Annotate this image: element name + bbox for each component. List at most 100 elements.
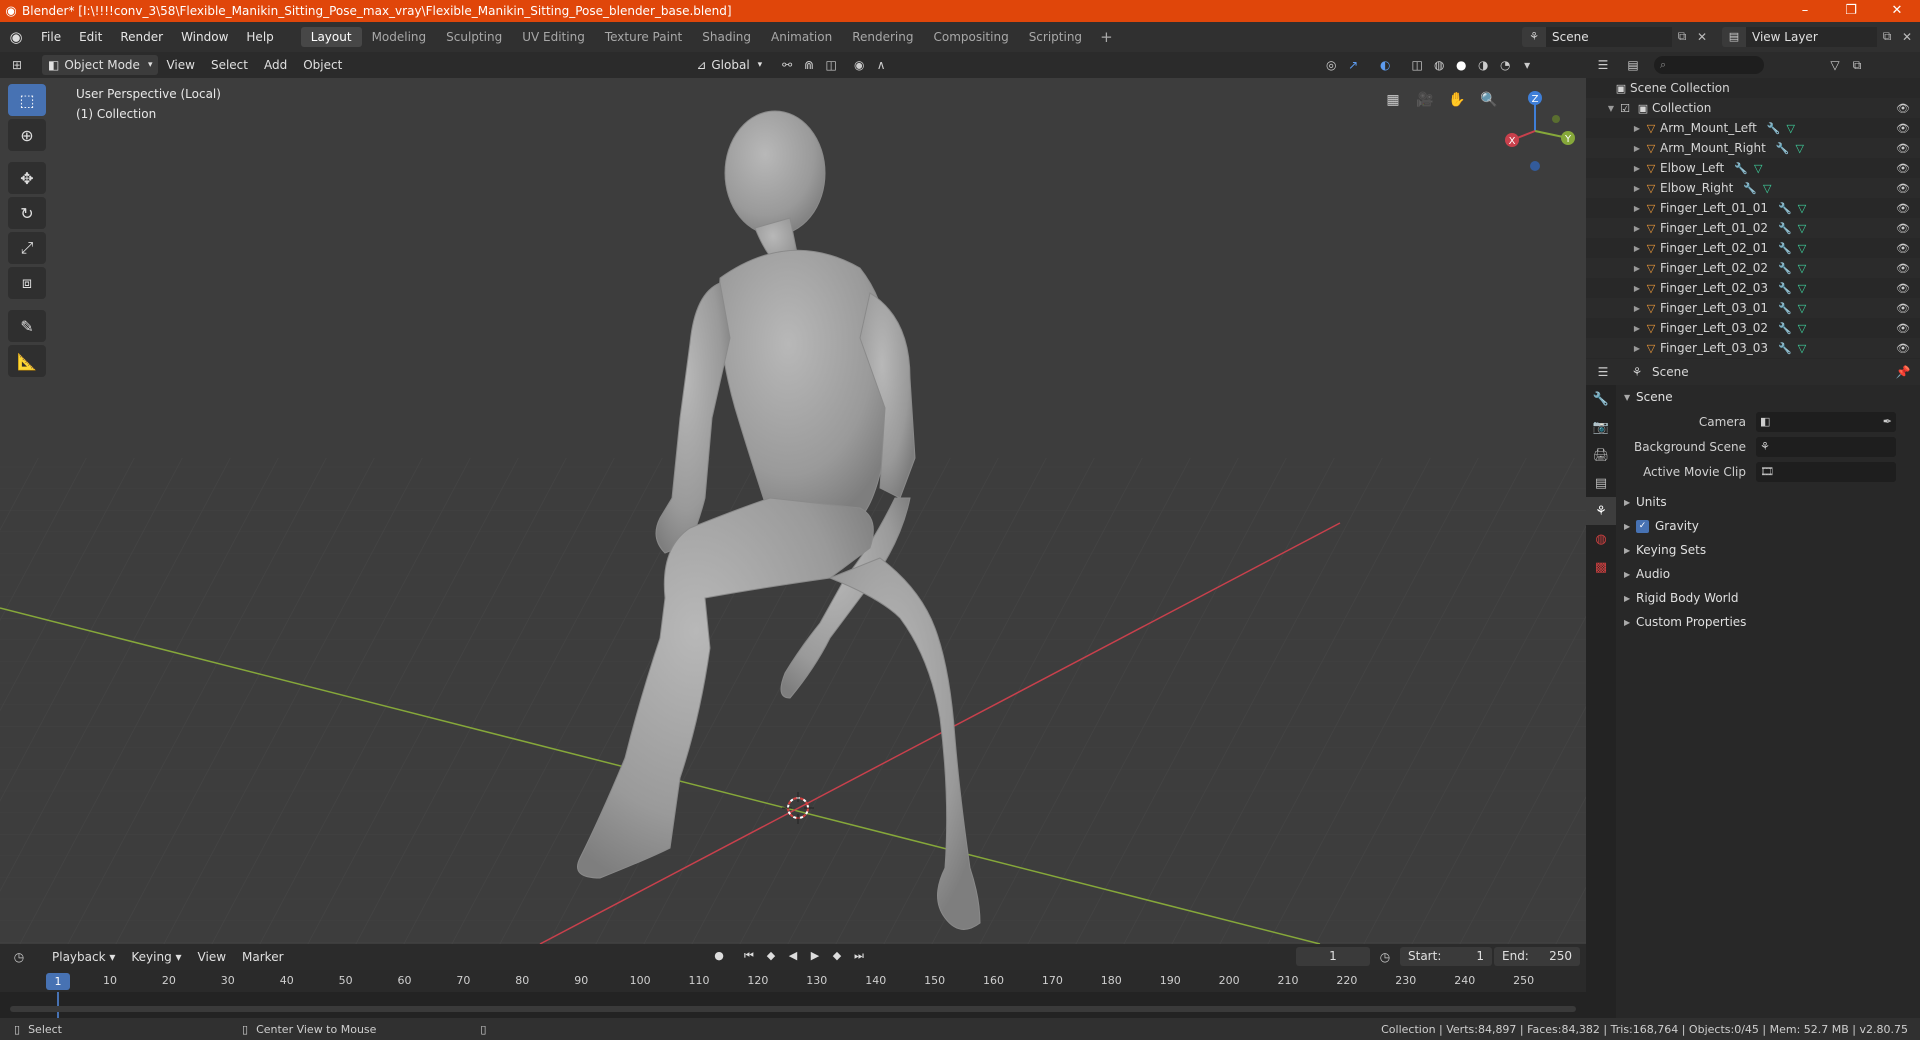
pan-hand-icon[interactable]: ✋ xyxy=(1444,87,1470,113)
new-scene-icon[interactable]: ⧉ xyxy=(1672,29,1692,44)
snap-target-icon[interactable]: ◫ xyxy=(820,55,842,75)
scale-tool-icon[interactable]: ⤢ xyxy=(8,232,46,264)
next-keyframe-icon[interactable]: ◆ xyxy=(828,947,846,965)
expand-arrow-icon[interactable]: ▶ xyxy=(1632,304,1642,313)
tab-shading[interactable]: Shading xyxy=(692,27,761,47)
expand-arrow-icon[interactable]: ▶ xyxy=(1632,284,1642,293)
menu-view[interactable]: View xyxy=(158,58,202,72)
gizmo-negy-handle[interactable] xyxy=(1552,115,1560,123)
texture-tab-icon[interactable]: ▩ xyxy=(1586,553,1616,581)
outliner-object-row[interactable]: ▶ ▽ Finger_Left_02_01 🔧 ▽ 👁 xyxy=(1586,238,1920,258)
wrench-modifier-icon[interactable]: 🔧 xyxy=(1778,202,1792,215)
wrench-modifier-icon[interactable]: 🔧 xyxy=(1776,142,1790,155)
menu-select[interactable]: Select xyxy=(203,58,256,72)
timeline-editor-type-icon[interactable]: ◷ xyxy=(8,947,30,967)
wrench-modifier-icon[interactable]: 🔧 xyxy=(1734,162,1748,175)
scene-name-field[interactable]: Scene xyxy=(1546,26,1672,47)
mesh-data-icon[interactable]: ▽ xyxy=(1798,302,1806,315)
mesh-data-icon[interactable]: ▽ xyxy=(1798,202,1806,215)
toggle-perspective-icon[interactable]: ▦ xyxy=(1380,87,1406,113)
xray-toggle-icon[interactable]: ◫ xyxy=(1406,55,1428,75)
world-tab-icon[interactable]: ◍ xyxy=(1586,525,1616,553)
maximize-button[interactable]: ❐ xyxy=(1828,0,1874,22)
scene-icon[interactable]: ⚘ xyxy=(1522,26,1546,47)
wrench-modifier-icon[interactable]: 🔧 xyxy=(1778,282,1792,295)
view-layer-name-field[interactable]: View Layer xyxy=(1746,26,1877,47)
current-frame-indicator[interactable]: 1 xyxy=(46,973,70,990)
keying-sets-panel[interactable]: ▶ Keying Sets xyxy=(1616,538,1920,562)
eye-icon[interactable]: 👁 xyxy=(1896,122,1910,135)
expand-arrow-icon[interactable]: ▶ xyxy=(1632,344,1642,353)
mesh-data-icon[interactable]: ▽ xyxy=(1798,322,1806,335)
cursor-tool-icon[interactable]: ⊕ xyxy=(8,119,46,151)
expand-arrow-icon[interactable]: ▶ xyxy=(1632,164,1642,173)
expand-arrow-icon[interactable]: ▶ xyxy=(1632,324,1642,333)
eye-icon[interactable]: 👁 xyxy=(1896,282,1910,295)
expand-arrow-icon[interactable]: ▼ xyxy=(1606,104,1616,113)
view-layer-selector[interactable]: ▤ View Layer ⧉ ✕ xyxy=(1722,26,1917,47)
viewport-scene[interactable] xyxy=(0,78,1586,944)
pin-icon[interactable]: 📌 xyxy=(1892,362,1914,382)
outliner-object-row[interactable]: ▶ ▽ Finger_Left_02_03 🔧 ▽ 👁 xyxy=(1586,278,1920,298)
tab-layout[interactable]: Layout xyxy=(300,27,362,47)
end-frame-field[interactable]: End: 250 xyxy=(1494,947,1580,966)
timeline-ruler[interactable]: 1 10 20 30 40 50 60 70 80 90 100 110 120 130 140 150 16… xyxy=(0,970,1586,992)
tab-texture-paint[interactable]: Texture Paint xyxy=(595,27,692,47)
move-tool-icon[interactable]: ✥ xyxy=(8,162,46,194)
tab-uv-editing[interactable]: UV Editing xyxy=(512,27,595,47)
units-panel[interactable]: ▶ Units xyxy=(1616,490,1920,514)
jump-start-icon[interactable]: ⏮ xyxy=(740,947,758,965)
outliner-object-row[interactable]: ▶ ▽ Elbow_Left 🔧 ▽ 👁 xyxy=(1586,158,1920,178)
rigid-body-world-panel[interactable]: ▶ Rigid Body World xyxy=(1616,586,1920,610)
menu-object[interactable]: Object xyxy=(295,58,350,72)
pivot-icon[interactable]: ⚯ xyxy=(776,55,798,75)
overlay-toggle-icon[interactable]: ◐ xyxy=(1374,55,1396,75)
mesh-data-icon[interactable]: ▽ xyxy=(1798,282,1806,295)
eye-icon[interactable]: 👁 xyxy=(1896,302,1910,315)
falloff-icon[interactable]: ∧ xyxy=(870,55,892,75)
tool-tab-icon[interactable]: 🔧 xyxy=(1586,385,1616,413)
outliner-object-row[interactable]: ▶ ▽ Elbow_Right 🔧 ▽ 👁 xyxy=(1586,178,1920,198)
gravity-panel[interactable]: ▶ ✓ Gravity xyxy=(1616,514,1920,538)
eye-icon[interactable]: 👁 xyxy=(1896,102,1910,115)
eye-icon[interactable]: 👁 xyxy=(1896,142,1910,155)
rotate-tool-icon[interactable]: ↻ xyxy=(8,197,46,229)
tab-modeling[interactable]: Modeling xyxy=(362,27,437,47)
active-movie-clip-field[interactable]: 🎞 xyxy=(1756,461,1896,482)
mesh-data-icon[interactable]: ▽ xyxy=(1754,162,1762,175)
play-icon[interactable]: ▶ xyxy=(806,947,824,965)
wrench-modifier-icon[interactable]: 🔧 xyxy=(1767,122,1781,135)
outliner-collection[interactable]: ▼ ☑ ▣ Collection 👁 xyxy=(1586,98,1920,118)
wrench-modifier-icon[interactable]: 🔧 xyxy=(1778,322,1792,335)
wrench-modifier-icon[interactable]: 🔧 xyxy=(1778,342,1792,355)
expand-arrow-icon[interactable]: ▶ xyxy=(1632,184,1642,193)
3d-viewport[interactable]: ⬚ ⊕ ✥ ↻ ⤢ ⧈ ✎ 📐 User Perspective (Local)… xyxy=(0,78,1586,944)
navigation-gizmo[interactable]: Z Y X xyxy=(1490,86,1580,176)
eye-icon[interactable]: 👁 xyxy=(1896,182,1910,195)
preview-range-icon[interactable]: ◷ xyxy=(1374,947,1396,967)
expand-arrow-icon[interactable]: ▶ xyxy=(1632,264,1642,273)
custom-properties-panel[interactable]: ▶ Custom Properties xyxy=(1616,610,1920,634)
gizmo-toggle-icon[interactable]: ↗ xyxy=(1342,55,1364,75)
camera-view-icon[interactable]: 🎥 xyxy=(1412,87,1438,113)
menu-render[interactable]: Render xyxy=(111,30,172,44)
scene-selector[interactable]: ⚘ Scene ⧉ ✕ xyxy=(1522,26,1712,47)
solid-shading-icon[interactable]: ● xyxy=(1450,55,1472,75)
timeline-scrollbar[interactable] xyxy=(10,1006,1576,1012)
mesh-data-icon[interactable]: ▽ xyxy=(1796,142,1804,155)
tab-compositing[interactable]: Compositing xyxy=(923,27,1018,47)
delete-scene-icon[interactable]: ✕ xyxy=(1692,30,1712,44)
annotate-tool-icon[interactable]: ✎ xyxy=(8,310,46,342)
outliner-object-row[interactable]: ▶ ▽ Finger_Left_03_03 🔧 ▽ 👁 xyxy=(1586,338,1920,358)
close-button[interactable]: ✕ xyxy=(1874,0,1920,22)
wrench-modifier-icon[interactable]: 🔧 xyxy=(1743,182,1757,195)
menu-file[interactable]: File xyxy=(32,30,70,44)
expand-arrow-icon[interactable]: ▶ xyxy=(1632,144,1642,153)
wrench-modifier-icon[interactable]: 🔧 xyxy=(1778,302,1792,315)
menu-add[interactable]: Add xyxy=(256,58,295,72)
expand-arrow-icon[interactable]: ▶ xyxy=(1632,224,1642,233)
eye-icon[interactable]: 👁 xyxy=(1896,342,1910,355)
menu-help[interactable]: Help xyxy=(237,30,282,44)
proportional-edit-icon[interactable]: ◉ xyxy=(848,55,870,75)
filter-icon[interactable]: ▽ xyxy=(1824,55,1846,75)
